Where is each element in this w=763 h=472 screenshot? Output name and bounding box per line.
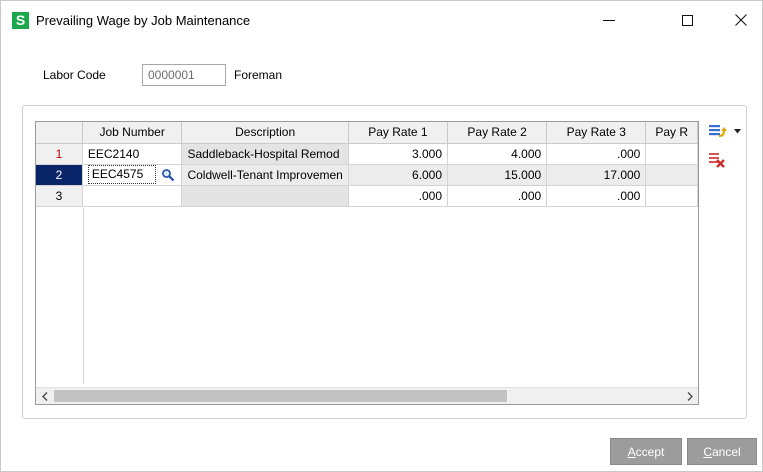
table-row-selected[interactable]: 2 EEC4575 Coldwell-Tenant Improvemen 6.0… bbox=[36, 164, 698, 186]
row-number[interactable]: 1 bbox=[36, 143, 83, 165]
window-title: Prevailing Wage by Job Maintenance bbox=[36, 13, 251, 28]
accept-button[interactable]: Accept bbox=[610, 438, 682, 465]
pay-rate-3-cell[interactable]: .000 bbox=[546, 185, 647, 207]
pay-rate-2-cell[interactable]: .000 bbox=[447, 185, 548, 207]
job-number-edit-input[interactable]: EEC4575 bbox=[87, 165, 156, 184]
maximize-icon bbox=[681, 14, 693, 26]
title-bar: S Prevailing Wage by Job Maintenance bbox=[1, 1, 762, 39]
labor-code-description: Foreman bbox=[234, 68, 283, 82]
table-row[interactable]: 3 .000 .000 .000 bbox=[36, 185, 698, 207]
column-header-pay-rate-2[interactable]: Pay Rate 2 bbox=[447, 122, 548, 144]
pay-rate-1-cell[interactable]: 3.000 bbox=[348, 143, 449, 165]
chevron-left-icon bbox=[41, 391, 47, 401]
row-header-divider bbox=[83, 208, 84, 384]
labor-code-input[interactable]: 0000001 bbox=[142, 64, 226, 86]
grid-table: Job Number Description Pay Rate 1 Pay Ra… bbox=[36, 122, 698, 207]
pay-rate-3-cell[interactable]: 17.000 bbox=[546, 164, 647, 186]
row-number[interactable]: 2 bbox=[36, 164, 83, 186]
cancel-hotkey: C bbox=[703, 444, 712, 459]
column-header-description[interactable]: Description bbox=[181, 122, 349, 144]
row-number-header[interactable] bbox=[36, 122, 83, 144]
cancel-label: ancel bbox=[711, 444, 741, 459]
accept-label: ccept bbox=[635, 444, 665, 459]
job-rates-grid[interactable]: Job Number Description Pay Rate 1 Pay Ra… bbox=[35, 121, 699, 405]
pay-rate-1-cell[interactable]: .000 bbox=[348, 185, 449, 207]
pay-rate-2-cell[interactable]: 4.000 bbox=[447, 143, 548, 165]
pay-rate-4-cell[interactable] bbox=[645, 143, 698, 165]
pay-rate-1-cell[interactable]: 6.000 bbox=[348, 164, 449, 186]
scrollbar-thumb[interactable] bbox=[54, 390, 507, 402]
grid-header-row: Job Number Description Pay Rate 1 Pay Ra… bbox=[36, 122, 698, 144]
customize-dropdown-button[interactable] bbox=[734, 126, 741, 136]
description-cell: Coldwell-Tenant Improvemen bbox=[181, 164, 349, 186]
customize-columns-icon bbox=[709, 125, 727, 137]
pay-rate-4-cell[interactable] bbox=[645, 164, 698, 186]
description-cell bbox=[181, 185, 349, 207]
column-header-pay-rate-4[interactable]: Pay R bbox=[645, 122, 698, 144]
app-logo-icon: S bbox=[12, 12, 29, 29]
magnifier-lookup-icon bbox=[162, 169, 175, 182]
column-header-pay-rate-3[interactable]: Pay Rate 3 bbox=[546, 122, 647, 144]
cancel-button[interactable]: Cancel bbox=[687, 438, 757, 465]
pay-rate-2-cell[interactable]: 15.000 bbox=[447, 164, 548, 186]
job-number-cell[interactable] bbox=[82, 185, 183, 207]
job-number-cell[interactable]: EEC2140 bbox=[82, 143, 183, 165]
delete-row-icon bbox=[709, 153, 725, 168]
customize-columns-button[interactable] bbox=[708, 123, 728, 144]
row-number[interactable]: 3 bbox=[36, 185, 83, 207]
description-cell: Saddleback-Hospital Remod bbox=[181, 143, 349, 165]
chevron-right-icon bbox=[687, 391, 693, 401]
chevron-down-icon bbox=[734, 129, 741, 134]
column-header-pay-rate-1[interactable]: Pay Rate 1 bbox=[348, 122, 449, 144]
close-icon bbox=[735, 14, 747, 26]
delete-row-button[interactable] bbox=[708, 151, 726, 172]
job-lookup-button[interactable] bbox=[156, 166, 180, 185]
pay-rate-3-cell[interactable]: .000 bbox=[546, 143, 647, 165]
labor-code-label: Labor Code bbox=[43, 68, 106, 82]
accept-hotkey: A bbox=[627, 444, 636, 459]
horizontal-scrollbar[interactable] bbox=[36, 387, 698, 404]
scroll-right-button[interactable] bbox=[681, 388, 698, 404]
pay-rate-4-cell[interactable] bbox=[645, 185, 698, 207]
minimize-icon bbox=[603, 19, 615, 21]
column-header-job-number[interactable]: Job Number bbox=[82, 122, 183, 144]
window: S Prevailing Wage by Job Maintenance Lab… bbox=[0, 0, 763, 472]
close-button[interactable] bbox=[718, 1, 763, 39]
minimize-button[interactable] bbox=[586, 1, 632, 39]
job-number-cell-editing[interactable]: EEC4575 bbox=[82, 164, 183, 186]
maximize-button[interactable] bbox=[664, 1, 710, 39]
table-row[interactable]: 1 EEC2140 Saddleback-Hospital Remod 3.00… bbox=[36, 143, 698, 165]
scroll-left-button[interactable] bbox=[36, 388, 53, 404]
